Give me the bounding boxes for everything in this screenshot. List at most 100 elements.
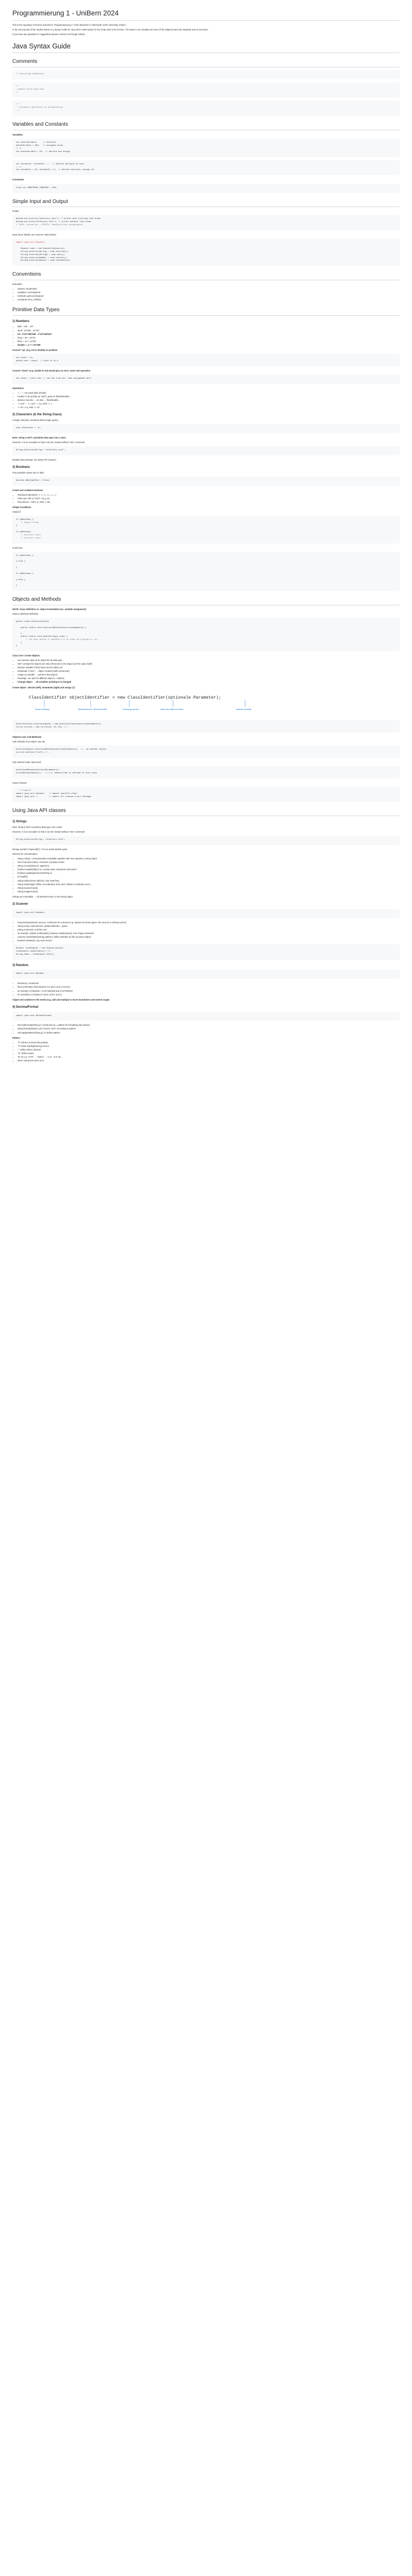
code-line: }	[16, 633, 22, 635]
code-line: }	[16, 525, 18, 528]
code-line: public class ArbitraryClass{	[16, 620, 49, 623]
code-line: String arbitraryDouble = scan.nextDouble…	[16, 260, 72, 262]
fig-anno: optionale Parameter	[236, 708, 252, 710]
code-line: anIntVariable = 204; // assigned value	[16, 145, 63, 147]
sub-scanner: 2) Scanner	[12, 903, 28, 906]
list-item: long: ≈ 19 × 10^18	[18, 336, 400, 340]
list-item: int nextInt(int n): between 0 (incl.) an…	[18, 993, 400, 996]
calls-text: Call methods of an object: use dot	[12, 740, 45, 743]
code-line: …	[16, 557, 22, 560]
guide-title: Java Syntax Guide	[12, 41, 400, 54]
code-line: if (aBoolean) {	[16, 554, 34, 557]
code-line: }	[16, 567, 18, 569]
code-line: Scanner scan = new Scanner(System.in);	[16, 247, 65, 250]
list-item: int: -2'147'483'648 .. 2'147'483'647	[18, 333, 400, 336]
code-line: import java.util.Scanner; // import spec…	[16, 792, 77, 795]
fig-anno: Zuweisungs-operator	[123, 708, 140, 710]
obj-note: NOTE: Class definition vs. object instan…	[12, 607, 87, 611]
code-block: int anIntVariable; // declared anIntVari…	[12, 139, 400, 157]
if-label: Simple if:	[12, 511, 22, 514]
list-item: Other characters seen as is	[18, 1059, 400, 1062]
code-line: import java.util.Scanner;	[16, 242, 45, 244]
convert-down-label: Convert "down" (e.g. double to int) woul…	[12, 369, 91, 372]
sub-chars: 2) Characters (& the String Class)	[12, 413, 62, 417]
immutable-note: Strings are immutable → all methods retu…	[12, 895, 73, 898]
list-item: Scanner useDelimiter(String pattern): de…	[18, 936, 400, 939]
list-item: double: ≈ 1.7 × 10^308	[18, 344, 400, 347]
cond-label: Simple Conditions	[12, 506, 31, 509]
fig-label: Create object - declare (left), instanti…	[12, 686, 76, 689]
code-line: …	[16, 630, 27, 632]
else-label: If with else:	[12, 546, 23, 549]
code-block: ArbitraryClass arbitraryObject = new Arb…	[12, 720, 400, 733]
list-item: +, -, *, / as usual (also priority)	[18, 392, 400, 395]
section-variables: Variables and Constants	[12, 121, 400, 130]
code-line: // or	[16, 166, 22, 168]
intro: This is the repository of Roman Schenk f…	[12, 24, 400, 36]
code-line: final int ARBITRARY_CONSTANT = 504;	[16, 187, 57, 189]
code-line: /*	[16, 85, 19, 88]
code-block: public class ArbitraryClass{ public stat…	[12, 617, 400, 651]
code-line: // Einzeilige Kommentare	[16, 73, 44, 75]
calls-label: Objects Use Call Methods	[12, 735, 42, 738]
shortcut-label: Shortcut for concatenation	[12, 852, 38, 855]
list-item: boolean equals(Object o): exactly same c…	[18, 868, 400, 871]
convert-up-label: Convert "up" (e.g. int to double) no pro…	[12, 349, 58, 351]
code-line: comment multi anew with	[16, 88, 44, 91]
code-line: String arbitraryString2 = scan.next();	[16, 253, 65, 256]
list-item: classes: StudentInfo	[18, 287, 400, 291]
list-item: void applyPattern(String p): re-define p…	[18, 1031, 400, 1035]
list-item: int nextInt(): int between -2'147'483'64…	[18, 990, 400, 993]
code-line: …	[16, 582, 22, 584]
conv-intro: Examples:	[12, 282, 23, 285]
code-block: /* comment multi anew with */	[12, 82, 400, 98]
string-details: (Details about strings: see below API cl…	[12, 459, 56, 462]
list-item: String format(double num): format "num" …	[18, 1027, 400, 1030]
fig-code-text: ClassIdentifier objectIdentifier = new C…	[29, 695, 221, 700]
list-item: Reassign: can point to different object …	[18, 677, 400, 680]
readme-title: Programmierung 1 - UniBern 2024	[12, 8, 400, 21]
list-item: String: String + (concatenation includab…	[18, 857, 400, 860]
list-item: "0" enforce to show this position	[18, 1041, 400, 1044]
code-line: }	[16, 585, 18, 587]
random-methods-list: Random(): constructor float nextFloat():…	[18, 982, 400, 996]
code-line: public static void main(String[] args) {	[16, 636, 68, 638]
code-line: /**	[16, 104, 20, 106]
numbers-list: Byte: -128 .. 127 short: -32'768 .. 32'7…	[18, 325, 400, 347]
list-item: Random(): constructor	[18, 982, 400, 985]
list-item: boolean hasNext(): any more items?	[18, 939, 400, 942]
list-item: ++ etc. e.g. aVar += 10	[18, 406, 400, 409]
list-item: Precedence: ! NOT, &, AND, |, OR	[18, 501, 400, 504]
code-line: if (aBoolean)	[16, 531, 31, 533]
code-line: int count = 11;	[16, 357, 34, 360]
code-block: import java.util.Random;	[12, 970, 400, 979]
code-line: char aCharacter = 'a';	[16, 427, 42, 430]
code-line: */	[16, 91, 19, 94]
str-note1: Note: string is NOT a primitive data typ…	[12, 825, 62, 828]
list-item: String nextLine(): until line end	[18, 928, 400, 931]
code-block: if (aBoolean) { // Simple thing } if (aB…	[12, 516, 400, 544]
code-line: } else {	[16, 561, 26, 563]
pattern-list: "0" enforce to show this position "#" le…	[18, 1041, 400, 1063]
section-comments: Comments	[12, 58, 400, 67]
section-conventions: Conventions	[12, 271, 400, 280]
code-block: if (aBoolean) { … } else { … } if (aBool…	[12, 551, 400, 591]
code-line: // multiple lines	[16, 534, 41, 536]
code-line: Circle circle1 = new Circle(10, 10, 25);…	[16, 726, 69, 728]
list-item: String toUpperCase()	[18, 890, 400, 893]
code-line: System.out.println("arbitrary text"); //…	[16, 218, 101, 221]
pattern-label: Pattern:	[12, 1036, 21, 1039]
code-line: import java.util.Scanner;	[16, 911, 45, 914]
list-item: float: ≈ 3.4 × 10^38	[18, 340, 400, 343]
sub-random: 3) Random	[12, 963, 29, 967]
code-line: lineScanner.useDelimiter(",");	[16, 951, 52, 953]
list-item: modulo % (to priority as "and"), pass on…	[18, 395, 400, 398]
list-item: methods: getCurrentSpeed	[18, 295, 400, 298]
code-line: // NOTE: System.out → PRINTS, TempStatic…	[16, 224, 83, 227]
sub-constants: Constants	[12, 178, 24, 181]
code-block: int count = (int) num; // can see trim i…	[12, 374, 400, 384]
section-api: Using Java API classes	[12, 807, 400, 817]
sub-numbers: 1) Numbers	[12, 319, 30, 323]
list-item: Instantiate ("new") → object created (ca…	[18, 670, 400, 673]
str-note2: However, it is an exception in that it c…	[12, 830, 85, 833]
